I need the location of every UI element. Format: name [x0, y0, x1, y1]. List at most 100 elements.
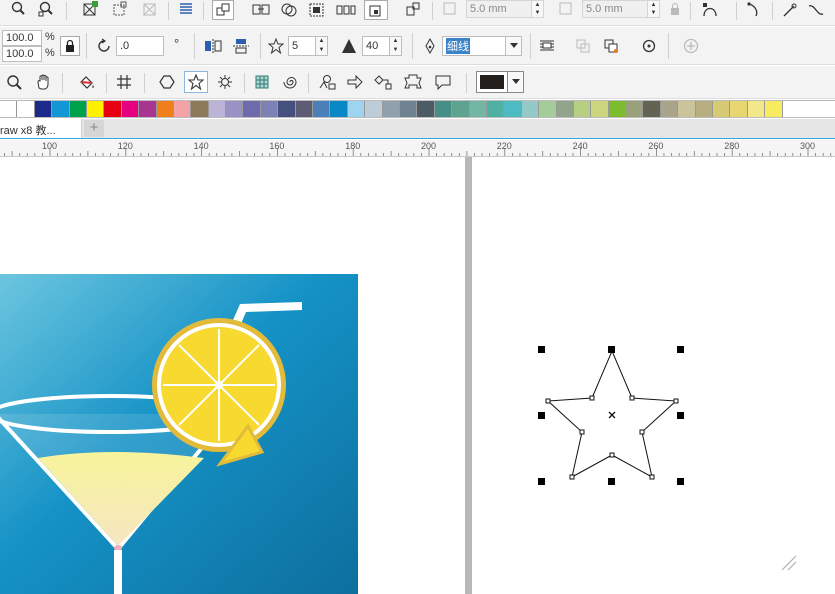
palette-swatch[interactable]	[139, 101, 157, 117]
palette-swatch[interactable]	[34, 101, 53, 117]
complex-star-icon[interactable]	[214, 72, 236, 92]
mirror-horizontal-icon[interactable]	[202, 36, 224, 56]
outline-corner-icon[interactable]	[440, 0, 460, 18]
palette-swatch[interactable]	[365, 101, 383, 117]
fill-color-dropdown-icon[interactable]	[508, 71, 524, 93]
placeholder-icon[interactable]	[110, 0, 130, 18]
palette-swatch[interactable]	[278, 101, 296, 117]
to-front-icon[interactable]	[212, 0, 234, 20]
lock-icon[interactable]	[666, 0, 684, 18]
palette-swatch[interactable]	[591, 101, 609, 117]
palette-swatch[interactable]	[469, 101, 487, 117]
resize-grip-icon[interactable]	[778, 552, 798, 572]
basic-shapes-icon[interactable]	[316, 72, 338, 92]
palette-swatch[interactable]	[243, 101, 261, 117]
outline-width-field-1[interactable]: 5.0 mm	[466, 0, 532, 18]
star-points-spinner[interactable]: ▲ ▼	[316, 36, 328, 56]
polygon-tool-icon[interactable]	[156, 72, 178, 92]
grid-snap-icon[interactable]	[114, 72, 134, 92]
palette-swatch[interactable]	[747, 101, 766, 117]
palette-swatch[interactable]	[121, 101, 140, 117]
palette-swatch[interactable]	[695, 101, 714, 117]
palette-swatch[interactable]	[347, 101, 366, 117]
zoom-tool-icon[interactable]	[4, 72, 24, 92]
palette-swatch[interactable]	[173, 101, 192, 117]
palette-swatch[interactable]	[660, 101, 679, 117]
align-icon[interactable]	[176, 0, 196, 18]
outline-type-dropdown[interactable]: 细线	[442, 36, 506, 56]
rotation-field[interactable]: .0	[116, 36, 164, 56]
fill-bucket-icon[interactable]	[76, 72, 98, 92]
pan-hand-icon[interactable]	[32, 72, 54, 92]
convert-curves-icon[interactable]	[698, 0, 722, 20]
node-curve-icon[interactable]	[744, 0, 764, 20]
palette-swatch[interactable]	[765, 101, 783, 117]
weld-icon[interactable]	[250, 0, 272, 20]
convert-to-curves-icon[interactable]	[638, 36, 660, 56]
text-wrap-icon[interactable]	[536, 36, 558, 56]
palette-swatch[interactable]	[156, 101, 174, 117]
palette-swatch[interactable]	[17, 101, 35, 117]
palette-swatch[interactable]	[313, 101, 331, 117]
sharpness-field[interactable]: 40	[362, 36, 390, 56]
back-icon[interactable]	[402, 0, 424, 20]
graph-paper-icon[interactable]	[252, 72, 272, 92]
palette-swatch[interactable]	[539, 101, 557, 117]
palette-swatch[interactable]	[52, 101, 70, 117]
scale-x-field[interactable]: 100.0	[2, 30, 42, 46]
palette-swatch[interactable]	[713, 101, 731, 117]
outline-width-field-2[interactable]: 5.0 mm	[582, 0, 648, 18]
palette-swatch[interactable]	[626, 101, 644, 117]
add-tab-button[interactable]: +	[84, 120, 104, 137]
star-shape[interactable]	[530, 340, 690, 490]
to-back-page-icon[interactable]	[600, 36, 622, 56]
star-points-field[interactable]: 5	[288, 36, 316, 56]
drawing-canvas[interactable]	[0, 157, 835, 594]
palette-swatch[interactable]	[730, 101, 748, 117]
callout-icon[interactable]	[432, 72, 454, 92]
pen-node-icon[interactable]	[780, 0, 800, 20]
banner-shapes-icon[interactable]	[402, 72, 424, 92]
sharpness-spinner[interactable]: ▲ ▼	[390, 36, 402, 56]
palette-swatch[interactable]	[382, 101, 400, 117]
palette-swatch[interactable]	[556, 101, 574, 117]
outline-corner-icon-2[interactable]	[556, 0, 576, 18]
palette-swatch[interactable]	[330, 101, 348, 117]
arrow-shapes-icon[interactable]	[344, 72, 366, 92]
trim-icon[interactable]	[278, 0, 300, 20]
palette-swatch[interactable]	[486, 101, 505, 117]
spiral-icon[interactable]	[280, 72, 300, 92]
chevron-down-icon[interactable]	[506, 36, 522, 56]
scale-y-field[interactable]: 100.0	[2, 46, 42, 62]
palette-swatch[interactable]	[226, 101, 244, 117]
outline-width-1-spinner[interactable]: ▲ ▼	[532, 0, 544, 18]
cocktail-artwork[interactable]	[0, 274, 358, 594]
palette-swatch[interactable]	[573, 101, 592, 117]
palette-swatch[interactable]	[208, 101, 227, 117]
intersect-icon[interactable]	[306, 0, 328, 20]
palette-swatch[interactable]	[104, 101, 122, 117]
palette-swatch[interactable]	[452, 101, 470, 117]
flowchart-icon[interactable]	[372, 72, 394, 92]
palette-swatch[interactable]	[399, 101, 418, 117]
palette-swatch[interactable]	[434, 101, 453, 117]
horizontal-ruler[interactable]: 100 120 140 160 180 200 220 240 260 280 300	[0, 140, 835, 157]
palette-swatch[interactable]	[191, 101, 209, 117]
fill-color-swatch[interactable]	[476, 71, 508, 93]
palette-swatch[interactable]	[69, 101, 87, 117]
palette-swatch[interactable]	[417, 101, 435, 117]
palette-swatch[interactable]	[521, 101, 540, 117]
palette-swatch[interactable]	[678, 101, 696, 117]
distribute-icon[interactable]	[334, 0, 358, 20]
palette-swatch[interactable]	[295, 101, 314, 117]
star-tool-icon[interactable]	[184, 71, 208, 93]
zoom-page-icon[interactable]	[36, 0, 56, 18]
new-object-icon[interactable]	[80, 0, 100, 18]
outline-width-2-spinner[interactable]: ▲ ▼	[648, 0, 660, 18]
palette-swatch[interactable]	[643, 101, 661, 117]
document-tab[interactable]: raw x8 教...	[0, 119, 82, 138]
zoom-icon[interactable]	[8, 0, 28, 18]
arrange-icon[interactable]	[364, 0, 388, 20]
palette-swatch[interactable]	[0, 101, 18, 117]
to-front-page-icon[interactable]	[572, 36, 594, 56]
